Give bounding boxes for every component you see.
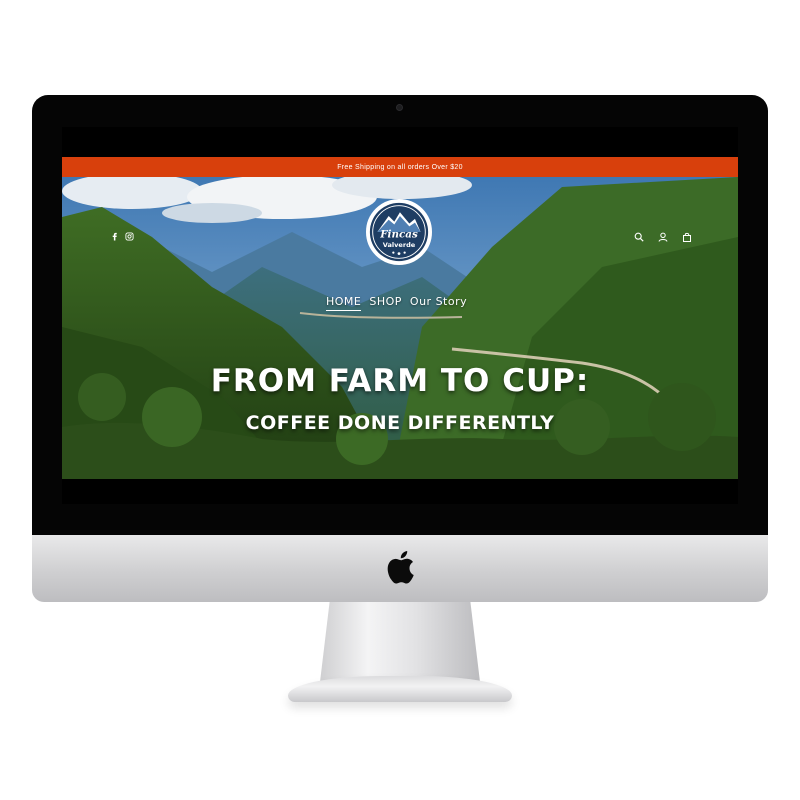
hero-headline: FROM FARM TO CUP:: [210, 363, 590, 399]
nav-item-our-story[interactable]: Our Story: [410, 295, 467, 311]
main-nav: HOME SHOP Our Story: [326, 295, 467, 311]
nav-item-shop[interactable]: SHOP: [369, 295, 402, 311]
logo-line1: Fincas: [379, 229, 418, 241]
social-links: [110, 232, 134, 241]
apple-icon: [387, 551, 414, 584]
imac-stand-foot: [288, 676, 512, 702]
search-icon[interactable]: [634, 232, 644, 242]
announcement-text: Free Shipping on all orders Over $20: [337, 163, 463, 171]
imac-stand-neck: [320, 602, 480, 682]
hero-subheadline: COFFEE DONE DIFFERENTLY: [245, 412, 555, 434]
hero-section: Fincas Valverde HOME SHOP Our Story FROM…: [62, 177, 738, 479]
facebook-icon[interactable]: [110, 232, 119, 241]
header-utility-icons: [634, 232, 692, 242]
cart-icon[interactable]: [682, 232, 692, 242]
nav-item-home[interactable]: HOME: [326, 295, 362, 311]
account-icon[interactable]: [658, 232, 668, 242]
announcement-bar: Free Shipping on all orders Over $20: [62, 157, 738, 177]
webcam: [396, 104, 403, 111]
logo-line2: Valverde: [383, 241, 416, 249]
website-screen: Free Shipping on all orders Over $20 Fin…: [62, 127, 738, 504]
logo-badge: Fincas Valverde: [369, 202, 429, 262]
brand-logo[interactable]: Fincas Valverde: [366, 199, 432, 265]
instagram-icon[interactable]: [125, 232, 134, 241]
